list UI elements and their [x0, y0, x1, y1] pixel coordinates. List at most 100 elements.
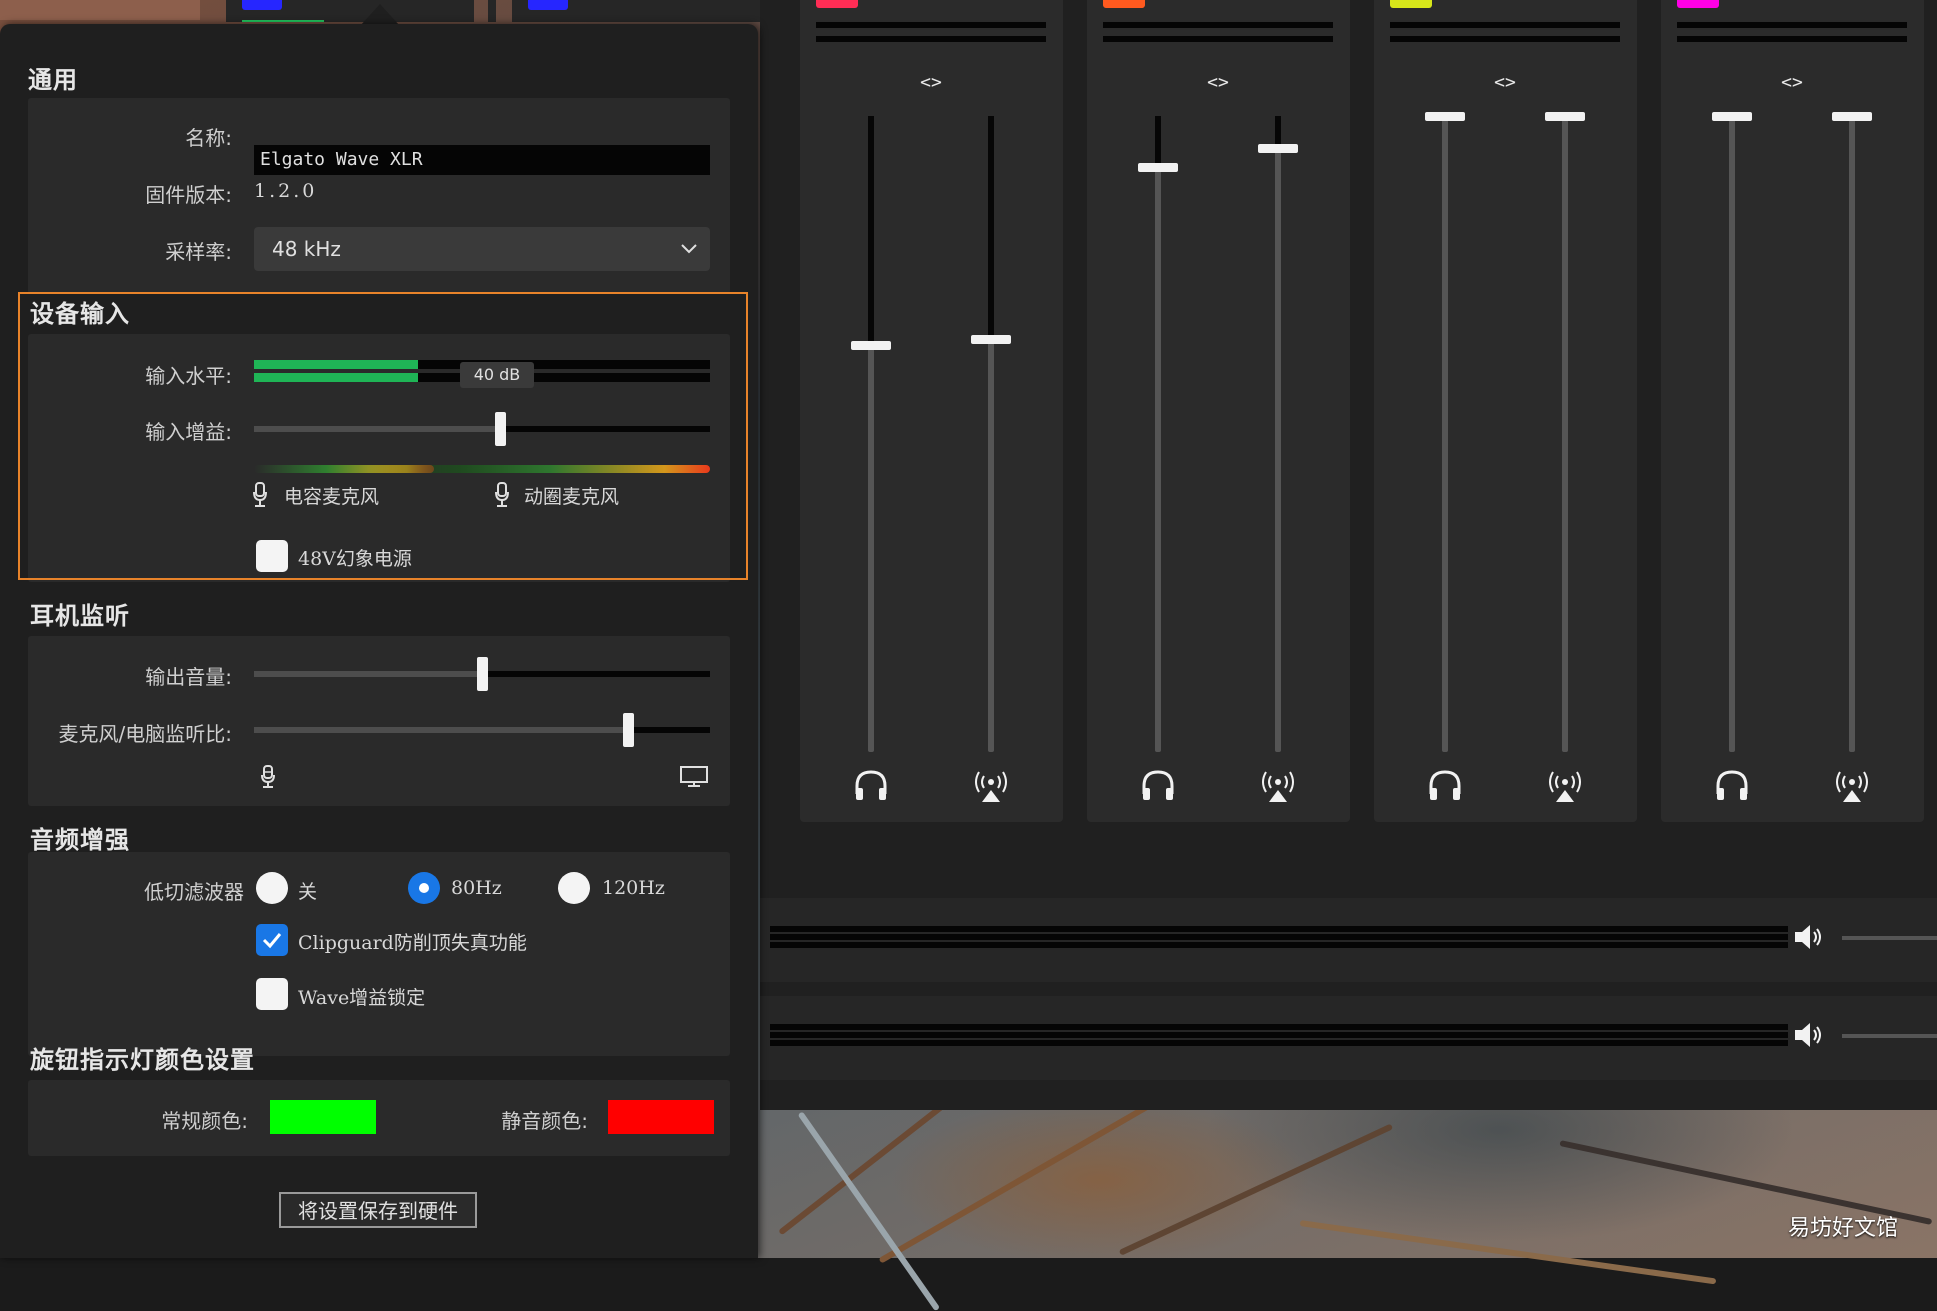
- monitor-mix-fader-thumb[interactable]: [1138, 162, 1178, 172]
- section-title-headphone-monitor: 耳机监听: [30, 602, 130, 630]
- tab-divider: [488, 0, 496, 22]
- headphones-icon[interactable]: [1712, 764, 1752, 804]
- device-name-field[interactable]: Elgato Wave XLR: [254, 145, 710, 175]
- highlight-frame: [18, 292, 748, 580]
- fader-empty-section: [1155, 116, 1161, 163]
- output-volume-slider[interactable]: [254, 657, 710, 691]
- input-tab-color-cap: [242, 0, 282, 10]
- normal-color-label: 常规颜色:: [161, 1109, 248, 1133]
- broadcast-icon[interactable]: [971, 764, 1011, 804]
- stream-mix-fader[interactable]: [971, 116, 1011, 752]
- low-cut-80hz-radio[interactable]: [408, 872, 440, 904]
- channel-meter: [1677, 22, 1907, 28]
- stream-mix-fader[interactable]: [1545, 112, 1585, 752]
- mute-color-swatch[interactable]: [608, 1100, 714, 1134]
- sample-rate-select[interactable]: 48 kHz: [254, 227, 710, 271]
- wave-gain-lock-label: Wave增益锁定: [298, 987, 426, 1009]
- low-cut-80hz-label: 80Hz: [451, 877, 502, 899]
- stream-mix-meter: [770, 926, 1788, 948]
- fader-empty-section: [1275, 116, 1281, 144]
- monitor-mix-fader[interactable]: [1138, 116, 1178, 752]
- output-tab-color-cap: [528, 0, 568, 10]
- clipguard-checkbox[interactable]: [256, 924, 288, 956]
- broadcast-icon[interactable]: [1545, 764, 1585, 804]
- monitor-mix-fader[interactable]: [1712, 112, 1752, 752]
- low-cut-120hz-label: 120Hz: [602, 877, 665, 899]
- name-label: 名称:: [185, 126, 232, 150]
- channel-color-cap: [1103, 0, 1145, 8]
- channel-meter: [1390, 22, 1620, 28]
- stream-mix-volume-slider[interactable]: [1842, 936, 1937, 940]
- chevron-down-icon: [681, 244, 697, 254]
- mute-color-label: 静音颜色:: [501, 1109, 588, 1133]
- output-volume-slider-thumb[interactable]: [477, 657, 488, 691]
- monitor-mix-volume-slider[interactable]: [1842, 1034, 1937, 1038]
- checkmark-icon: [262, 933, 282, 949]
- output-tab[interactable]: [512, 0, 760, 22]
- wave-gain-lock-checkbox[interactable]: [256, 978, 288, 1010]
- stream-mix-fader[interactable]: [1832, 112, 1872, 752]
- device-settings-panel: 通用 名称: Elgato Wave XLR 固件版本: 1.2.0 采样率: …: [0, 24, 758, 1258]
- low-cut-120hz-radio[interactable]: [558, 872, 590, 904]
- monitor-mix-row: [760, 996, 1937, 1080]
- monitor-mix-fader-thumb[interactable]: [1712, 112, 1752, 121]
- mic-pc-mix-slider[interactable]: [254, 713, 710, 747]
- save-to-hardware-button[interactable]: 将设置保存到硬件: [279, 1192, 477, 1228]
- mixer-channel: <>: [1661, 0, 1924, 822]
- mic-pc-mix-slider-thumb[interactable]: [622, 713, 634, 747]
- monitor-mix-fader[interactable]: [1425, 112, 1465, 752]
- channel-meter: [1103, 36, 1333, 42]
- broadcast-icon[interactable]: [1258, 764, 1298, 804]
- speaker-icon[interactable]: [1792, 922, 1828, 952]
- headphones-icon[interactable]: [1425, 764, 1465, 804]
- input-tab-active-line: [242, 20, 324, 22]
- output-volume-label: 输出音量:: [145, 665, 232, 689]
- stream-mix-fader-thumb[interactable]: [1258, 143, 1298, 153]
- channel-color-cap: [1390, 0, 1432, 8]
- section-title-audio-enhance: 音频增强: [30, 826, 130, 854]
- fader-empty-section: [988, 116, 994, 335]
- broadcast-icon[interactable]: [1832, 764, 1872, 804]
- mixer-channel: <>: [800, 0, 1063, 822]
- watermark: 易坊好文馆: [1788, 1216, 1899, 1241]
- headphones-icon[interactable]: [851, 764, 891, 804]
- monitor-mix-meter: [770, 1024, 1788, 1046]
- channel-meter: [816, 36, 1046, 42]
- stream-mix-fader[interactable]: [1258, 116, 1298, 752]
- mic-pc-mix-slider-fill: [254, 727, 628, 733]
- link-icon[interactable]: <>: [1203, 72, 1233, 93]
- stream-mix-row: [760, 898, 1937, 982]
- channel-color-cap: [816, 0, 858, 8]
- monitor-mix-fader-thumb[interactable]: [1425, 112, 1465, 121]
- channel-color-cap: [1677, 0, 1719, 8]
- stream-mix-fader-thumb[interactable]: [1832, 112, 1872, 121]
- stream-mix-fader-thumb[interactable]: [971, 334, 1011, 344]
- channel-meter: [1677, 36, 1907, 42]
- sample-rate-label: 采样率:: [165, 240, 232, 264]
- headphones-icon[interactable]: [1138, 764, 1178, 804]
- computer-monitor-icon: [680, 766, 708, 787]
- channel-meter: [1103, 22, 1333, 28]
- channel-meter: [1390, 36, 1620, 42]
- monitor-mix-fader[interactable]: [851, 116, 891, 752]
- panel-pointer: [360, 4, 400, 26]
- link-icon[interactable]: <>: [1777, 72, 1807, 93]
- output-volume-slider-fill: [254, 671, 482, 677]
- microphone-icon: [261, 765, 275, 788]
- channel-meter: [816, 22, 1046, 28]
- input-tab[interactable]: [226, 0, 474, 22]
- fader-empty-section: [868, 116, 874, 341]
- link-icon[interactable]: <>: [916, 72, 946, 93]
- low-cut-off-radio[interactable]: [256, 872, 288, 904]
- normal-color-swatch[interactable]: [270, 1100, 376, 1134]
- low-cut-label: 低切滤波器: [144, 880, 244, 904]
- firmware-value: 1.2.0: [254, 180, 318, 202]
- stream-mix-fader-thumb[interactable]: [1545, 112, 1585, 121]
- monitor-mix-fader-thumb[interactable]: [851, 340, 891, 350]
- firmware-label: 固件版本:: [145, 183, 232, 207]
- mixer-channel: <>: [1374, 0, 1637, 822]
- background-photo-corner: [0, 0, 200, 20]
- link-icon[interactable]: <>: [1490, 72, 1520, 93]
- speaker-icon[interactable]: [1792, 1020, 1828, 1050]
- section-title-general: 通用: [28, 66, 78, 94]
